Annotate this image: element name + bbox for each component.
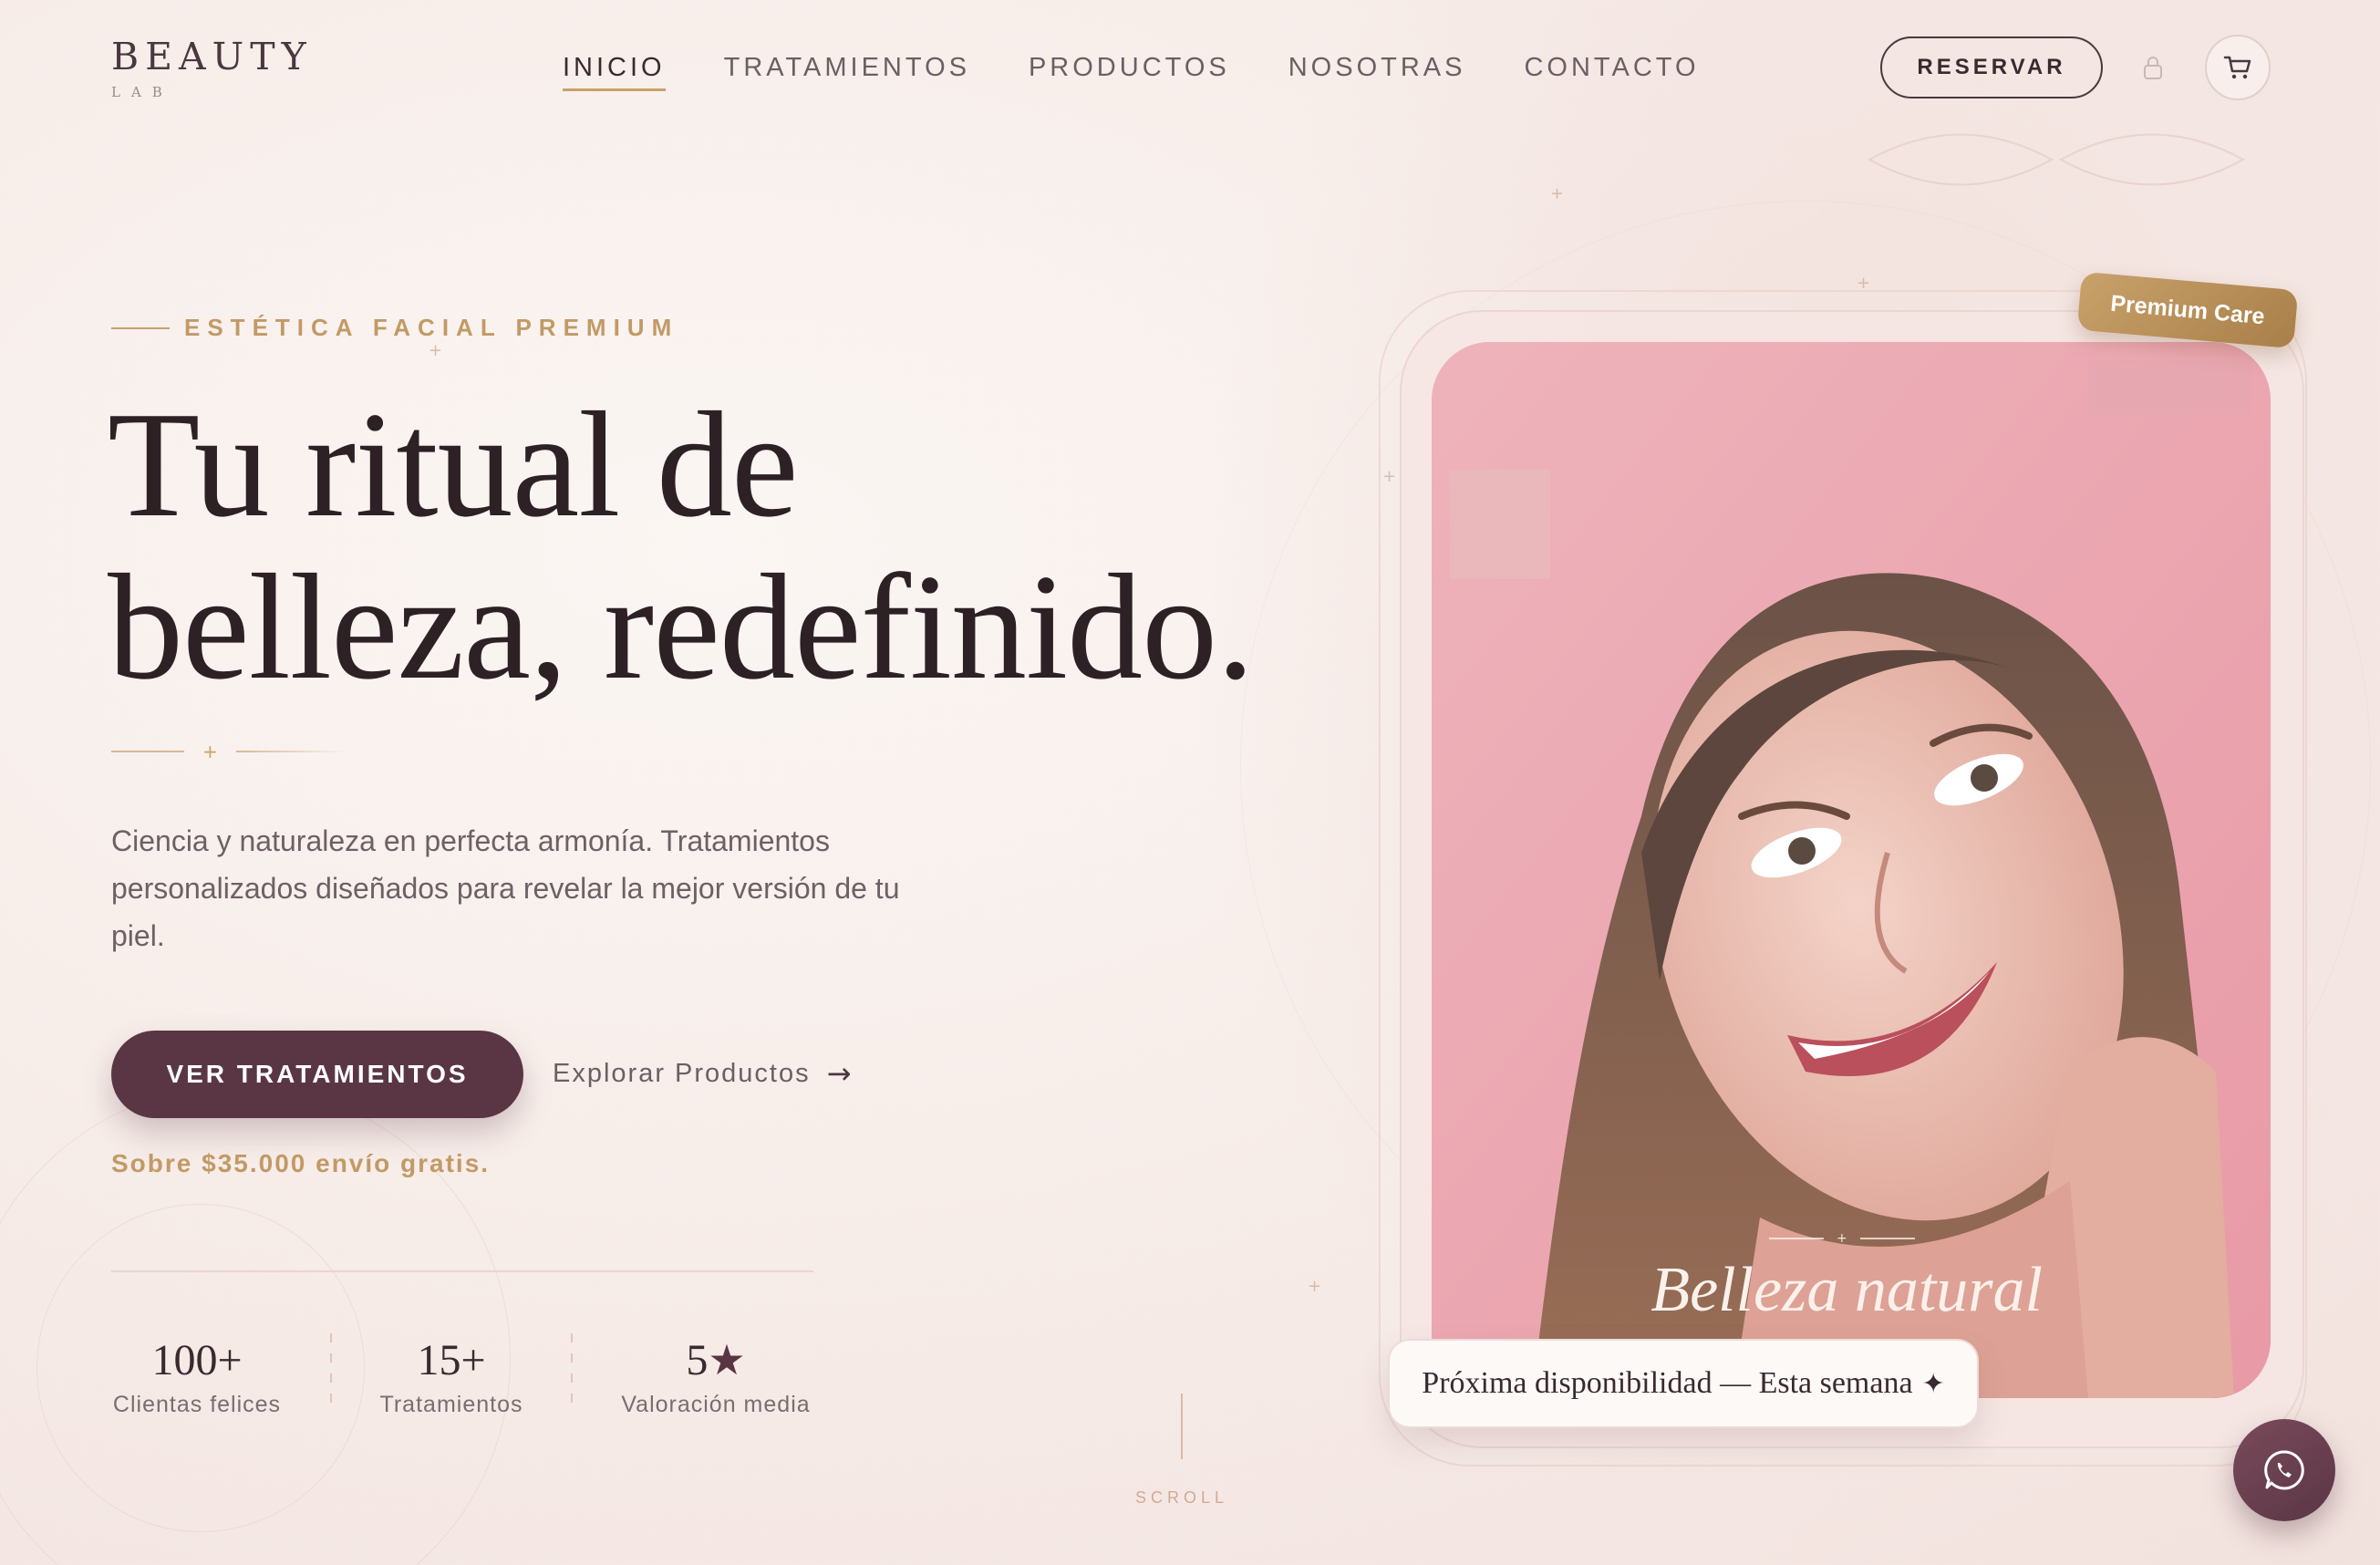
- nav-item-tratamientos[interactable]: TRATAMIENTOS: [724, 53, 970, 91]
- star-icon: ★: [708, 1335, 746, 1384]
- brand-sub: LAB: [111, 84, 173, 100]
- stat-rating-number: 5: [686, 1336, 709, 1384]
- stat-label: Tratamientos: [379, 1392, 523, 1417]
- stats-row: 100+ Clientas felices 15+ Tratamientos 5…: [111, 1333, 812, 1418]
- scroll-label: SCROLL: [1135, 1488, 1229, 1507]
- headline-line-1: Tu ritual de: [108, 380, 799, 548]
- nav-item-contacto[interactable]: CONTACTO: [1524, 53, 1699, 91]
- cart-button[interactable]: [2205, 35, 2271, 100]
- hero-headline: Tu ritual de belleza, redefinido.: [108, 383, 1293, 708]
- sparkle-icon: ✦: [1921, 1367, 1945, 1400]
- nav-item-inicio[interactable]: INICIO: [563, 53, 666, 91]
- free-shipping-note: Sobre $35.000 envío gratis.: [111, 1149, 491, 1177]
- scroll-line: [1181, 1394, 1184, 1459]
- sparkle-icon: +: [1308, 1277, 1322, 1296]
- stat-value: 15+: [417, 1336, 486, 1384]
- availability-pill[interactable]: Próxima disponibilidad — Esta semana ✦: [1388, 1339, 1979, 1428]
- hero-description: Ciencia y naturaleza en perfecta armonía…: [111, 824, 900, 952]
- lock-icon[interactable]: [2142, 55, 2164, 80]
- caption-ornament: +: [1769, 1231, 1915, 1246]
- sparkle-icon: +: [1550, 184, 1565, 203]
- hero-photo: + Belleza natural: [1432, 342, 2271, 1398]
- stats-divider: [111, 1270, 813, 1272]
- stat-rating: 5★ Valoración media: [620, 1339, 812, 1418]
- stat-value: 5★: [686, 1339, 745, 1383]
- cart-icon: [2223, 56, 2251, 79]
- headline-line-2: belleza, redefinido.: [108, 543, 1255, 710]
- nav-item-nosotras[interactable]: NOSOTRAS: [1288, 53, 1466, 91]
- decorative-leaf-lines: [1867, 133, 2246, 186]
- brand-logo[interactable]: BEAUTY LAB: [111, 35, 313, 100]
- nav-item-productos[interactable]: PRODUCTOS: [1029, 53, 1230, 91]
- whatsapp-icon: [2264, 1450, 2304, 1490]
- stat-treatments: 15+ Tratamientos: [379, 1339, 523, 1418]
- stat-label: Clientas felices: [112, 1392, 282, 1417]
- sparkle-icon: +: [429, 341, 443, 360]
- ornament-divider: +: [111, 741, 346, 762]
- availability-text: Próxima disponibilidad — Esta semana: [1422, 1366, 1913, 1400]
- explore-products-link[interactable]: Explorar Productos →: [553, 1056, 853, 1091]
- photo-caption: Belleza natural: [1650, 1255, 2043, 1325]
- stat-separator: [330, 1333, 332, 1406]
- stat-label: Valoración media: [621, 1392, 811, 1417]
- stat-separator: [571, 1333, 573, 1406]
- brand-name: BEAUTY: [111, 35, 313, 78]
- eyebrow-text: ESTÉTICA FACIAL PREMIUM: [184, 314, 679, 341]
- whatsapp-button[interactable]: [2233, 1419, 2335, 1521]
- stat-clients: 100+ Clientas felices: [111, 1339, 283, 1418]
- arrow-right-icon: →: [826, 1056, 854, 1091]
- explore-products-label: Explorar Productos: [553, 1058, 811, 1088]
- reserve-button[interactable]: RESERVAR: [1880, 36, 2103, 98]
- scroll-indicator[interactable]: SCROLL: [1135, 1394, 1228, 1508]
- hero-eyebrow: ESTÉTICA FACIAL PREMIUM: [111, 314, 678, 342]
- main-nav: INICIO TRATAMIENTOS PRODUCTOS NOSOTRAS C…: [563, 53, 1700, 91]
- view-treatments-button[interactable]: VER TRATAMIENTOS: [111, 1031, 523, 1118]
- stat-value: 100+: [151, 1336, 243, 1384]
- eyebrow-line: [111, 326, 170, 329]
